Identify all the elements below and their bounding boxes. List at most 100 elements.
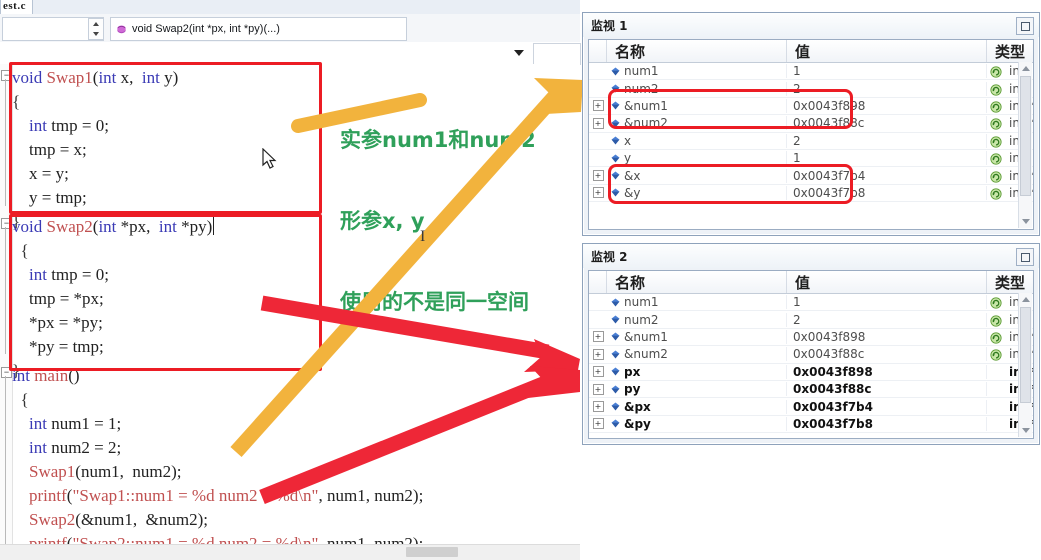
- refresh-icon[interactable]: [990, 349, 1002, 361]
- variable-icon: [611, 402, 620, 411]
- watch2-titlebar: 监视 2: [583, 244, 1039, 268]
- watch2-value-cell[interactable]: 0x0043f7b4: [787, 399, 987, 414]
- refresh-icon[interactable]: [990, 170, 1002, 183]
- watch2-header-row: 名称 值 类型: [589, 271, 1033, 294]
- editor-hscrollbar[interactable]: [0, 544, 580, 560]
- code-line: {: [12, 390, 29, 409]
- variable-icon: [611, 333, 620, 341]
- code-line: Swap2(&num1, &num2);: [29, 510, 208, 529]
- refresh-icon[interactable]: [990, 84, 1002, 96]
- refresh-icon[interactable]: [990, 188, 1002, 200]
- watch2-name-cell[interactable]: num2: [607, 312, 787, 327]
- chevron-up-icon: [93, 22, 99, 26]
- variable-name: num2: [624, 312, 659, 327]
- watch2-value-cell[interactable]: 0x0043f88c: [787, 382, 987, 397]
- row-expander-cell[interactable]: +: [589, 331, 607, 343]
- row-expander-cell[interactable]: +: [589, 366, 607, 378]
- watch2-name-cell[interactable]: py: [607, 382, 787, 397]
- watch2-name-cell[interactable]: px: [607, 364, 787, 379]
- table-row[interactable]: +&px0x0043f7b4int * *: [589, 398, 1033, 416]
- watch2-name-cell[interactable]: &px: [607, 399, 787, 414]
- plus-icon[interactable]: +: [592, 331, 604, 343]
- row-expander-cell[interactable]: +: [589, 187, 607, 199]
- table-row[interactable]: +py0x0043f88cint *: [589, 381, 1033, 399]
- watch2-value-cell[interactable]: 0x0043f898: [787, 329, 987, 344]
- watch1-maximize-button[interactable]: [1016, 17, 1034, 35]
- refresh-icon[interactable]: [990, 101, 1002, 113]
- editor-tab-test-c[interactable]: est.c: [0, 0, 33, 15]
- table-row[interactable]: x 2 int: [589, 133, 1033, 150]
- refresh-icon[interactable]: [990, 136, 1002, 148]
- member-dropdown[interactable]: void Swap2(int *px, int *py)(...): [110, 17, 407, 41]
- code-line: printf("Swap1::num1 = %d num2 = %d\n", n…: [29, 486, 424, 505]
- watch1-name-cell[interactable]: x: [607, 133, 787, 148]
- plus-icon[interactable]: +: [592, 418, 604, 430]
- highlight-rect-addr-xy: [608, 164, 853, 204]
- scroll-up-icon[interactable]: [1020, 294, 1031, 305]
- annotation-note: 实参num1和num2 形参x, y 使用的不是同一空间: [340, 73, 536, 370]
- row-expander-cell[interactable]: +: [589, 170, 607, 182]
- plus-icon[interactable]: +: [592, 366, 604, 378]
- refresh-icon[interactable]: [990, 315, 1002, 327]
- watch1-title: 监视 1: [591, 18, 628, 33]
- row-expander-cell[interactable]: +: [589, 117, 607, 129]
- table-row[interactable]: num2 2 int: [589, 311, 1033, 329]
- row-expander-cell[interactable]: +: [589, 401, 607, 413]
- table-row[interactable]: +&py0x0043f7b8int * *: [589, 416, 1033, 434]
- watch1-vscrollbar[interactable]: [1018, 62, 1032, 228]
- table-row[interactable]: num1 1 int: [589, 294, 1033, 312]
- editor-hscrollbar-thumb[interactable]: [406, 547, 458, 557]
- scroll-up-icon[interactable]: [1020, 63, 1031, 74]
- table-row[interactable]: +px0x0043f898int *: [589, 364, 1033, 381]
- watch2-vscrollbar[interactable]: [1018, 293, 1032, 437]
- watch1-vscrollbar-thumb[interactable]: [1020, 76, 1031, 196]
- row-expander-cell[interactable]: +: [589, 383, 607, 395]
- plus-icon[interactable]: +: [592, 117, 604, 129]
- watch1-value-cell[interactable]: 2: [787, 133, 987, 148]
- watch2-value-cell[interactable]: 1: [787, 295, 987, 310]
- table-row[interactable]: num1 1 int: [589, 63, 1033, 81]
- watch2-vscrollbar-thumb[interactable]: [1020, 307, 1031, 403]
- refresh-icon[interactable]: [990, 332, 1002, 344]
- watch2-name-cell[interactable]: num1: [607, 295, 787, 310]
- watch1-header-row: 名称 值 类型: [589, 40, 1033, 63]
- watch2-value-cell[interactable]: 0x0043f7b8: [787, 416, 987, 431]
- refresh-icon[interactable]: [990, 297, 1002, 309]
- plus-icon[interactable]: +: [592, 401, 604, 413]
- scroll-down-icon[interactable]: [1020, 425, 1031, 436]
- watch2-title: 监视 2: [591, 249, 628, 264]
- watch2-value-cell[interactable]: 0x0043f898: [787, 364, 987, 379]
- plus-icon[interactable]: +: [592, 383, 604, 395]
- watch2-value-cell[interactable]: 0x0043f88c: [787, 347, 987, 362]
- refresh-icon[interactable]: [990, 118, 1002, 130]
- variable-icon: [611, 298, 620, 307]
- fold-line: [5, 376, 6, 556]
- watch2-value-cell[interactable]: 2: [787, 312, 987, 327]
- chevron-down-icon[interactable]: [514, 50, 524, 56]
- variable-icon: [611, 350, 620, 359]
- watch2-rows: num11intnum22int+&num10x0043f898int *+&n…: [589, 294, 1033, 434]
- refresh-icon[interactable]: [990, 66, 1002, 78]
- table-row[interactable]: +&num20x0043f88cint *: [589, 346, 1033, 364]
- table-row[interactable]: +&num10x0043f898int *: [589, 329, 1033, 347]
- row-expander-cell[interactable]: +: [589, 100, 607, 112]
- variable-name: num1: [624, 295, 659, 310]
- row-expander-cell[interactable]: +: [589, 348, 607, 360]
- watch2-name-cell[interactable]: &py: [607, 416, 787, 431]
- plus-icon[interactable]: +: [592, 100, 604, 112]
- refresh-icon[interactable]: [990, 153, 1002, 165]
- watch2-maximize-button[interactable]: [1016, 248, 1034, 266]
- variable-name: &num2: [624, 347, 668, 362]
- plus-icon[interactable]: +: [592, 187, 604, 199]
- watch2-name-cell[interactable]: &num1: [607, 329, 787, 344]
- watch2-grid[interactable]: 名称 值 类型 num1 1 int num2 2 int + &num1 0x0043f898…: [588, 270, 1034, 439]
- watch1-value-cell[interactable]: 1: [787, 64, 987, 79]
- plus-icon[interactable]: +: [592, 348, 604, 360]
- row-expander-cell[interactable]: +: [589, 418, 607, 430]
- watch2-name-cell[interactable]: &num2: [607, 347, 787, 362]
- plus-icon[interactable]: +: [592, 170, 604, 182]
- mouse-cursor-icon: [262, 148, 277, 169]
- watch1-name-cell[interactable]: num1: [607, 64, 787, 79]
- scroll-down-icon[interactable]: [1020, 216, 1031, 227]
- nav-spinner[interactable]: [88, 18, 104, 40]
